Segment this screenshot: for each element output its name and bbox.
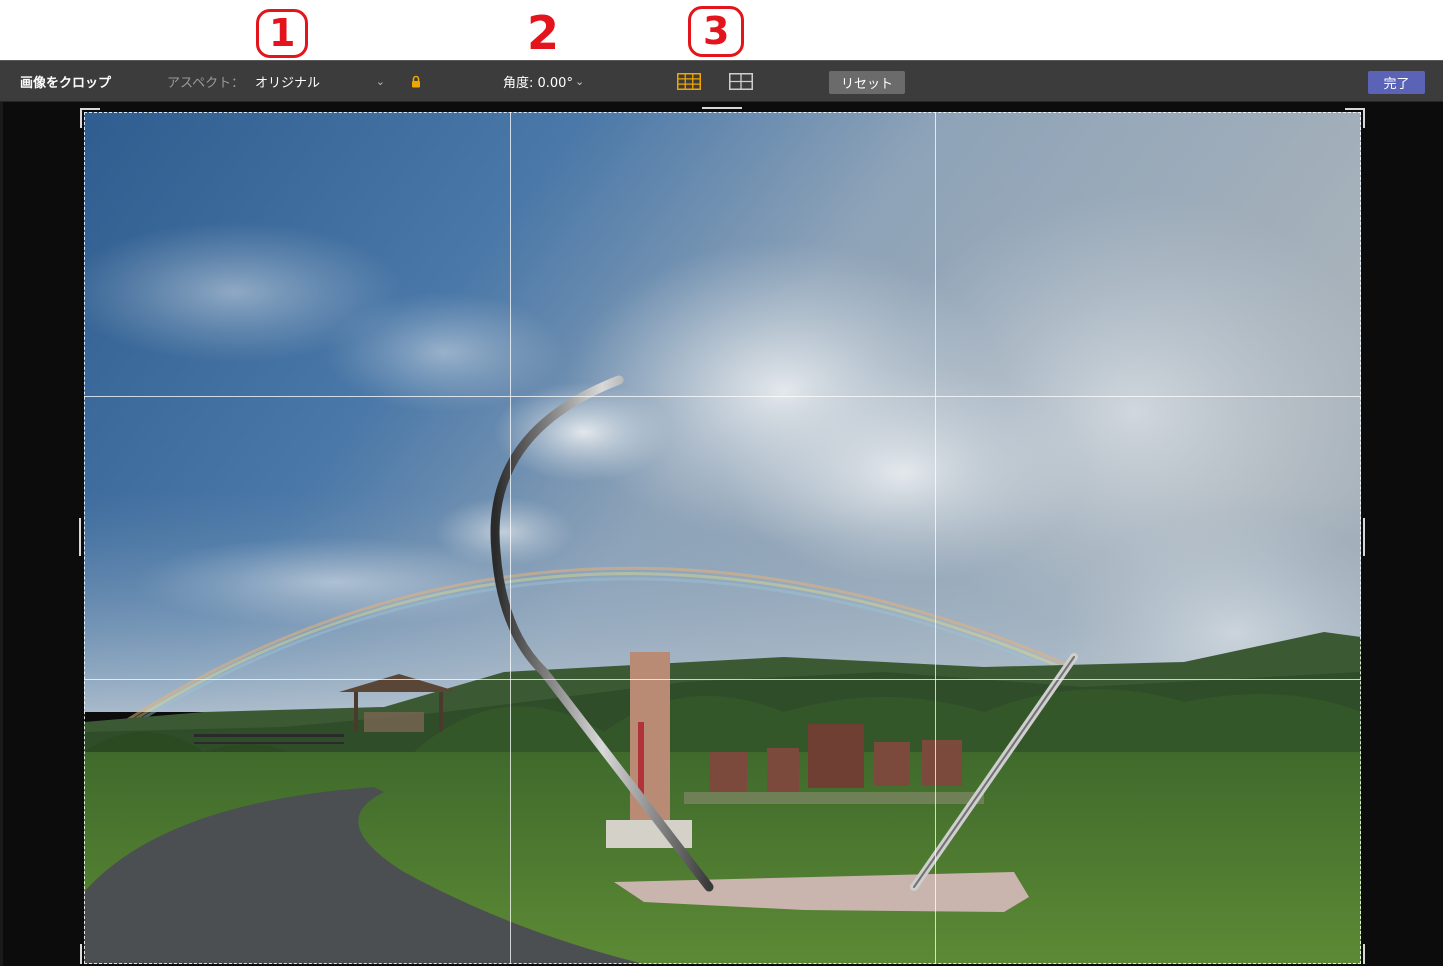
grid-line-horizontal-1 [84, 396, 1361, 397]
left-edge-strip [0, 102, 3, 966]
grid-3x3-icon [677, 73, 701, 90]
grid-thirds-button[interactable] [677, 61, 701, 102]
crop-handle-left-center[interactable] [79, 518, 81, 556]
reset-button[interactable]: リセット [829, 71, 906, 94]
crop-handle-top-center[interactable] [702, 107, 742, 109]
aspect-dropdown[interactable]: オリジナル ⌄ [255, 61, 385, 102]
crop-handle-top-right[interactable] [1345, 108, 1365, 110]
crop-handle-top-right[interactable] [1363, 108, 1365, 128]
angle-value: 角度: 0.00° [503, 76, 573, 91]
crop-handle-top-left[interactable] [80, 108, 82, 128]
grid-line-vertical-1 [510, 112, 511, 964]
grid-halves-button[interactable] [729, 61, 753, 102]
done-button[interactable]: 完了 [1368, 71, 1425, 94]
crop-toolbar: 画像をクロップ アスペクト： オリジナル ⌄ 角度: 0.00° ⌄ リセット … [0, 60, 1443, 102]
annotation-1: 1 [256, 9, 309, 58]
crop-handle-bottom-left[interactable] [80, 944, 82, 964]
annotation-3: 3 [688, 6, 745, 57]
angle-dropdown[interactable]: 角度: 0.00° ⌄ [503, 61, 584, 102]
photo-canvas[interactable] [84, 112, 1361, 964]
chevron-down-icon: ⌄ [375, 75, 385, 88]
lock-icon [412, 75, 420, 88]
aspect-value: オリジナル [255, 76, 321, 91]
aspect-label: アスペクト： [167, 76, 245, 91]
grid-line-horizontal-2 [84, 679, 1361, 680]
aspect-lock-button[interactable] [411, 61, 421, 102]
annotation-2: 2 [527, 6, 560, 60]
crop-handle-bottom-right[interactable] [1363, 944, 1365, 964]
grid-line-vertical-2 [935, 112, 936, 964]
toolbar-title: 画像をクロップ [20, 76, 112, 91]
crop-handle-right-center[interactable] [1363, 518, 1365, 556]
grid-2x2-icon [729, 73, 753, 90]
chevron-down-icon: ⌄ [574, 75, 585, 88]
crop-handle-top-left[interactable] [80, 108, 100, 110]
landscape-photo [84, 112, 1361, 964]
